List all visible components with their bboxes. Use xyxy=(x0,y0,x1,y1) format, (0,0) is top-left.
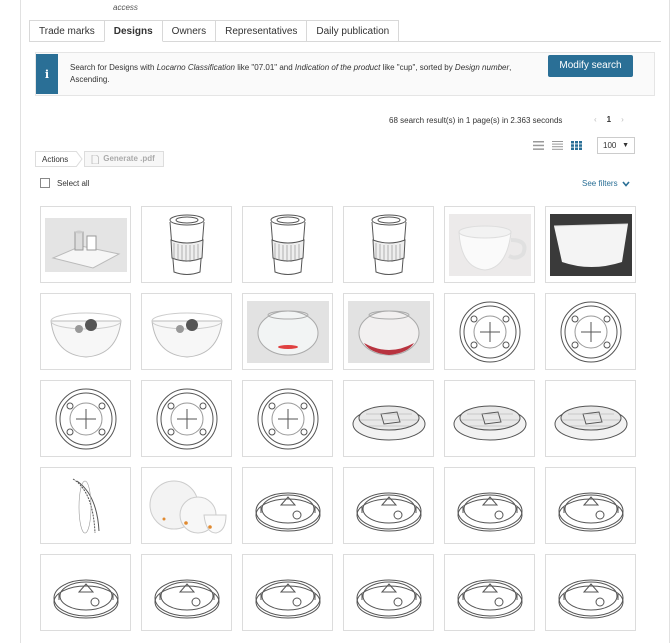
page-size-select[interactable]: 100 ▼ xyxy=(597,137,635,154)
result-thumbnail[interactable] xyxy=(545,293,636,370)
header-access-text: access xyxy=(113,3,138,12)
result-thumbnail[interactable] xyxy=(545,380,636,457)
info-icon: i xyxy=(36,54,58,94)
glass-fishbowl-red-photo xyxy=(347,300,430,363)
actions-bar: Actions Generate .pdf xyxy=(35,151,164,167)
main-frame: access Trade marks Designs Owners Repres… xyxy=(20,0,670,643)
glass-bowl-photo xyxy=(49,312,122,358)
lid-ring-drawing xyxy=(457,579,522,618)
lid-ring-drawing xyxy=(255,492,320,531)
glass-bowl-photo xyxy=(150,312,223,358)
result-thumbnail[interactable] xyxy=(242,293,333,370)
detail-view-icon[interactable] xyxy=(552,141,563,150)
pager-current[interactable]: 1 xyxy=(607,115,611,124)
result-thumbnail[interactable] xyxy=(242,467,333,544)
lid-top-drawing xyxy=(560,301,621,362)
result-thumbnail[interactable] xyxy=(242,554,333,631)
result-thumbnail[interactable] xyxy=(343,467,434,544)
select-all-checkbox[interactable] xyxy=(40,178,50,188)
results-grid xyxy=(40,206,636,631)
results-info: 68 search result(s) in 1 page(s) in 2.36… xyxy=(389,116,563,125)
result-thumbnail[interactable] xyxy=(40,293,131,370)
tab-daily-publication[interactable]: Daily publication xyxy=(306,20,400,42)
result-thumbnail[interactable] xyxy=(444,293,535,370)
lid-ring-drawing xyxy=(356,579,421,618)
cup-sleeve-drawing xyxy=(169,214,204,275)
cup-sleeve-drawing xyxy=(371,214,406,275)
tab-owners[interactable]: Owners xyxy=(161,20,217,42)
select-all-label: Select all xyxy=(57,178,90,188)
chevron-down-icon xyxy=(621,180,630,187)
result-thumbnail[interactable] xyxy=(40,380,131,457)
tray-with-cups-photo xyxy=(44,217,127,272)
generate-pdf-button[interactable]: Generate .pdf xyxy=(84,151,164,167)
lid-top-drawing xyxy=(156,388,217,449)
glass-fishbowl-photo xyxy=(246,300,329,363)
white-cup-photo xyxy=(448,213,531,276)
result-thumbnail[interactable] xyxy=(141,293,232,370)
result-thumbnail[interactable] xyxy=(141,380,232,457)
result-thumbnail[interactable] xyxy=(343,380,434,457)
lid-side-drawing xyxy=(72,478,99,533)
result-thumbnail[interactable] xyxy=(40,467,131,544)
lid-perspective-drawing xyxy=(352,405,425,440)
result-thumbnail[interactable] xyxy=(444,467,535,544)
pager: ‹ 1 › xyxy=(594,115,624,124)
see-filters-link[interactable]: See filters xyxy=(582,179,630,188)
result-thumbnail[interactable] xyxy=(141,206,232,283)
result-thumbnail[interactable] xyxy=(141,467,232,544)
lid-top-drawing xyxy=(459,301,520,362)
result-thumbnail[interactable] xyxy=(444,554,535,631)
list-view-icon[interactable] xyxy=(533,141,544,150)
lid-top-drawing xyxy=(257,388,318,449)
result-thumbnail[interactable] xyxy=(40,206,131,283)
lid-ring-drawing xyxy=(53,579,118,618)
result-thumbnail[interactable] xyxy=(444,206,535,283)
search-query-text: Search for Designs with Locarno Classifi… xyxy=(70,63,512,84)
modify-search-button[interactable]: Modify search xyxy=(548,55,633,77)
lid-ring-drawing xyxy=(558,492,623,531)
caret-down-icon: ▼ xyxy=(622,142,629,149)
white-bowl-photo xyxy=(549,213,632,276)
pager-prev[interactable]: ‹ xyxy=(594,115,597,124)
view-toggle xyxy=(533,141,582,150)
result-thumbnail[interactable] xyxy=(40,554,131,631)
result-thumbnail[interactable] xyxy=(242,380,333,457)
lid-ring-drawing xyxy=(356,492,421,531)
tab-bar: Trade marks Designs Owners Representativ… xyxy=(29,20,400,42)
lid-ring-drawing xyxy=(457,492,522,531)
result-thumbnail[interactable] xyxy=(545,554,636,631)
pager-next[interactable]: › xyxy=(621,115,624,124)
result-thumbnail[interactable] xyxy=(545,467,636,544)
result-thumbnail[interactable] xyxy=(141,554,232,631)
document-icon xyxy=(91,154,100,164)
actions-label: Actions xyxy=(35,151,77,167)
plates-and-cup-photo xyxy=(149,480,227,534)
select-all[interactable]: Select all xyxy=(40,178,89,188)
lid-perspective-drawing xyxy=(554,405,627,440)
result-thumbnail[interactable] xyxy=(343,554,434,631)
lid-ring-drawing xyxy=(558,579,623,618)
tab-designs[interactable]: Designs xyxy=(103,20,163,42)
lid-ring-drawing xyxy=(255,579,320,618)
tab-trade-marks[interactable]: Trade marks xyxy=(29,20,105,42)
lid-ring-drawing xyxy=(154,579,219,618)
result-thumbnail[interactable] xyxy=(545,206,636,283)
chevron-right-icon xyxy=(76,151,83,167)
tab-representatives[interactable]: Representatives xyxy=(215,20,308,42)
grid-view-icon[interactable] xyxy=(571,141,582,150)
lid-perspective-drawing xyxy=(453,405,526,440)
result-thumbnail[interactable] xyxy=(242,206,333,283)
result-thumbnail[interactable] xyxy=(444,380,535,457)
result-thumbnail[interactable] xyxy=(343,293,434,370)
lid-top-drawing xyxy=(55,388,116,449)
cup-sleeve-drawing xyxy=(270,214,305,275)
result-thumbnail[interactable] xyxy=(343,206,434,283)
